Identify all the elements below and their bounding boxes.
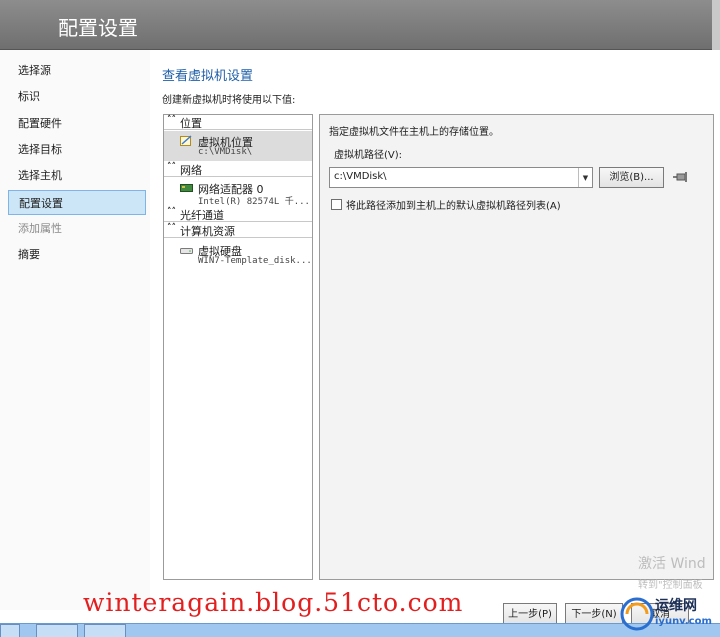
vm-path-value[interactable]: c:\VMDisk\: [334, 171, 387, 182]
tree-section-label: 网络: [180, 164, 202, 177]
detail-panel: 指定虚拟机文件在主机上的存储位置。 虚拟机路径(V): c:\VMDisk\ ▼…: [319, 114, 714, 580]
nav-item-select-destination[interactable]: 选择目标: [8, 137, 146, 162]
main-content: 查看虚拟机设置 创建新虚拟机时将使用以下值: ˄˄ 位置 虚拟机位置 c:\VM…: [150, 50, 720, 610]
wizard-steps-nav: 选择源 标识 配置硬件 选择目标 选择主机 配置设置 添加属性 摘要: [0, 50, 150, 610]
vm-location-icon: [180, 135, 192, 146]
settings-tree[interactable]: ˄˄ 位置 虚拟机位置 c:\VMDisk\ ˄˄ 网络 网络适配器 0 Int…: [163, 114, 313, 580]
chevron-down-icon[interactable]: ▼: [578, 168, 592, 187]
browse-button[interactable]: 浏览(B)...: [599, 167, 664, 188]
tree-item-value: WIN7-Template_disk...: [198, 256, 312, 266]
tree-item-virtual-disk[interactable]: 虚拟硬盘 WIN7-Template_disk...: [164, 240, 312, 270]
tree-section-label: 光纤通道: [180, 209, 224, 222]
nav-item-configure-hardware[interactable]: 配置硬件: [8, 111, 146, 136]
tree-section-fibre-channel[interactable]: ˄˄ 光纤通道: [164, 207, 312, 222]
collapse-chevron-icon[interactable]: ˄˄: [167, 223, 176, 233]
collapse-chevron-icon[interactable]: ˄˄: [167, 207, 176, 217]
network-adapter-icon: [180, 184, 193, 192]
tree-item-network-adapter[interactable]: 网络适配器 0 Intel(R) 82574L 千...: [164, 178, 312, 208]
start-icon[interactable]: [0, 624, 20, 637]
detail-description: 指定虚拟机文件在主机上的存储位置。: [329, 127, 499, 138]
taskbar: [0, 623, 720, 637]
nav-item-summary[interactable]: 摘要: [8, 242, 146, 267]
title-bar-edge: [712, 0, 720, 50]
nav-item-select-host[interactable]: 选择主机: [8, 163, 146, 188]
vm-path-label: 虚拟机路径(V):: [334, 150, 403, 161]
pin-icon[interactable]: [672, 170, 690, 184]
explorer-icon[interactable]: [84, 624, 126, 637]
tree-item-value: Intel(R) 82574L 千...: [198, 197, 310, 207]
tree-section-network[interactable]: ˄˄ 网络: [164, 162, 312, 177]
logo-url: iyunv.com: [655, 616, 712, 627]
collapse-chevron-icon[interactable]: ˄˄: [167, 162, 176, 172]
nav-item-configure-settings[interactable]: 配置设置: [8, 190, 146, 215]
nav-item-identity[interactable]: 标识: [8, 84, 146, 109]
collapse-chevron-icon[interactable]: ˄˄: [167, 115, 176, 125]
nav-item-select-source[interactable]: 选择源: [8, 58, 146, 83]
tree-item-vm-location[interactable]: 虚拟机位置 c:\VMDisk\: [164, 131, 312, 161]
tree-item-value: c:\VMDisk\: [198, 147, 253, 157]
hard-disk-icon: [180, 248, 193, 254]
page-subtitle: 创建新虚拟机时将使用以下值:: [162, 95, 296, 106]
window-title: 配置设置: [58, 16, 138, 40]
nav-item-add-properties: 添加属性: [18, 222, 62, 235]
vm-path-combobox[interactable]: c:\VMDisk\ ▼: [329, 167, 593, 188]
title-bar: 配置设置: [0, 0, 720, 50]
page-title: 查看虚拟机设置: [162, 69, 254, 84]
activate-windows-text: 激活 Wind: [638, 556, 706, 572]
tree-section-label: 位置: [180, 117, 202, 130]
server-manager-icon[interactable]: [36, 624, 78, 637]
activate-windows-subtext: 转到"控制面板: [638, 580, 703, 591]
tree-section-label: 计算机资源: [180, 225, 235, 238]
logo-name: 运维网: [655, 598, 697, 614]
site-logo: 运维网 iyunv.com: [619, 592, 720, 637]
add-default-path-checkbox[interactable]: [331, 199, 342, 210]
logo-swirl-icon: [620, 597, 654, 631]
add-default-path-label[interactable]: 将此路径添加到主机上的默认虚拟机路径列表(A): [346, 197, 561, 212]
tree-section-location[interactable]: ˄˄ 位置: [164, 115, 312, 130]
tree-section-compute-resources[interactable]: ˄˄ 计算机资源: [164, 223, 312, 238]
blog-watermark: winteragain.blog.51cto.com: [83, 588, 464, 617]
